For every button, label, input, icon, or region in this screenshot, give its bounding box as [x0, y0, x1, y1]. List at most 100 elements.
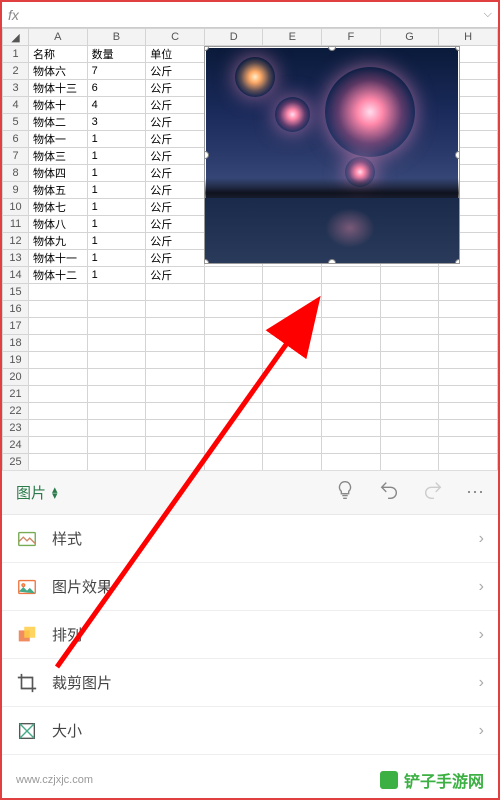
- cell[interactable]: [263, 301, 322, 318]
- cell[interactable]: [87, 420, 146, 437]
- cell[interactable]: [87, 335, 146, 352]
- cell[interactable]: [263, 403, 322, 420]
- cell[interactable]: [322, 454, 381, 471]
- cell[interactable]: [146, 369, 205, 386]
- cell[interactable]: 物体九: [29, 233, 88, 250]
- cell[interactable]: [87, 318, 146, 335]
- cell[interactable]: [380, 403, 439, 420]
- cell[interactable]: [263, 420, 322, 437]
- cell[interactable]: 公斤: [146, 114, 205, 131]
- row-header[interactable]: 7: [3, 148, 29, 165]
- cell[interactable]: 名称: [29, 46, 88, 63]
- spreadsheet-grid[interactable]: ◢ A B C D E F G H 1名称数量单位2物体六7公斤3物体十三6公斤…: [2, 28, 498, 470]
- cell[interactable]: [204, 335, 263, 352]
- row-header[interactable]: 6: [3, 131, 29, 148]
- cell[interactable]: [439, 454, 498, 471]
- row-header[interactable]: 8: [3, 165, 29, 182]
- resize-handle[interactable]: [455, 259, 460, 264]
- cell[interactable]: 1: [87, 199, 146, 216]
- cell[interactable]: [439, 386, 498, 403]
- cell[interactable]: [204, 301, 263, 318]
- cell[interactable]: 1: [87, 267, 146, 284]
- cell[interactable]: [439, 301, 498, 318]
- updown-icon[interactable]: ▴▾: [52, 487, 58, 499]
- cell[interactable]: [322, 335, 381, 352]
- cell[interactable]: [29, 369, 88, 386]
- row-header[interactable]: 3: [3, 80, 29, 97]
- cell[interactable]: [146, 335, 205, 352]
- resize-handle[interactable]: [204, 46, 209, 51]
- cell[interactable]: 物体七: [29, 199, 88, 216]
- resize-handle[interactable]: [328, 259, 336, 264]
- cell[interactable]: [322, 369, 381, 386]
- cell[interactable]: [204, 386, 263, 403]
- cell[interactable]: [380, 301, 439, 318]
- col-header[interactable]: H: [439, 29, 498, 46]
- cell[interactable]: [439, 437, 498, 454]
- cell[interactable]: 公斤: [146, 131, 205, 148]
- cell[interactable]: [380, 352, 439, 369]
- cell[interactable]: [146, 352, 205, 369]
- formula-input[interactable]: [30, 7, 484, 22]
- col-header[interactable]: E: [263, 29, 322, 46]
- resize-handle[interactable]: [328, 46, 336, 51]
- resize-handle[interactable]: [204, 151, 209, 159]
- cell[interactable]: 物体三: [29, 148, 88, 165]
- cell[interactable]: [146, 386, 205, 403]
- cell[interactable]: 单位: [146, 46, 205, 63]
- row-header[interactable]: 4: [3, 97, 29, 114]
- cell[interactable]: [263, 437, 322, 454]
- panel-item-crop[interactable]: 裁剪图片›: [2, 659, 498, 707]
- resize-handle[interactable]: [455, 46, 460, 51]
- resize-handle[interactable]: [455, 151, 460, 159]
- cell[interactable]: [29, 352, 88, 369]
- row-header[interactable]: 19: [3, 352, 29, 369]
- cell[interactable]: 公斤: [146, 182, 205, 199]
- col-header[interactable]: C: [146, 29, 205, 46]
- row-header[interactable]: 5: [3, 114, 29, 131]
- cell[interactable]: [146, 284, 205, 301]
- cell[interactable]: [439, 284, 498, 301]
- chevron-down-icon[interactable]: ⌵: [484, 8, 492, 21]
- row-header[interactable]: 10: [3, 199, 29, 216]
- cell[interactable]: 公斤: [146, 80, 205, 97]
- cell[interactable]: [380, 335, 439, 352]
- cell[interactable]: [380, 284, 439, 301]
- cell[interactable]: 1: [87, 216, 146, 233]
- cell[interactable]: [380, 420, 439, 437]
- cell[interactable]: [29, 420, 88, 437]
- cell[interactable]: [29, 301, 88, 318]
- cell[interactable]: [204, 284, 263, 301]
- row-header[interactable]: 15: [3, 284, 29, 301]
- cell[interactable]: 公斤: [146, 267, 205, 284]
- cell[interactable]: 物体十: [29, 97, 88, 114]
- cell[interactable]: 1: [87, 182, 146, 199]
- row-header[interactable]: 24: [3, 437, 29, 454]
- cell[interactable]: [146, 301, 205, 318]
- col-header[interactable]: A: [29, 29, 88, 46]
- cell[interactable]: [380, 437, 439, 454]
- cell[interactable]: [380, 386, 439, 403]
- cell[interactable]: 公斤: [146, 233, 205, 250]
- cell[interactable]: 物体十二: [29, 267, 88, 284]
- cell[interactable]: [29, 335, 88, 352]
- cell[interactable]: 公斤: [146, 148, 205, 165]
- cell[interactable]: 物体八: [29, 216, 88, 233]
- cell[interactable]: [439, 420, 498, 437]
- cell[interactable]: [380, 369, 439, 386]
- row-header[interactable]: 20: [3, 369, 29, 386]
- cell[interactable]: 物体一: [29, 131, 88, 148]
- cell[interactable]: 物体二: [29, 114, 88, 131]
- cell[interactable]: [204, 403, 263, 420]
- cell[interactable]: 物体十三: [29, 80, 88, 97]
- cell[interactable]: 1: [87, 233, 146, 250]
- cell[interactable]: [204, 318, 263, 335]
- row-header[interactable]: 12: [3, 233, 29, 250]
- cell[interactable]: [322, 301, 381, 318]
- cell[interactable]: [87, 301, 146, 318]
- cell[interactable]: [87, 454, 146, 471]
- cell[interactable]: 数量: [87, 46, 146, 63]
- cell[interactable]: [87, 352, 146, 369]
- cell[interactable]: [439, 403, 498, 420]
- cell[interactable]: [322, 403, 381, 420]
